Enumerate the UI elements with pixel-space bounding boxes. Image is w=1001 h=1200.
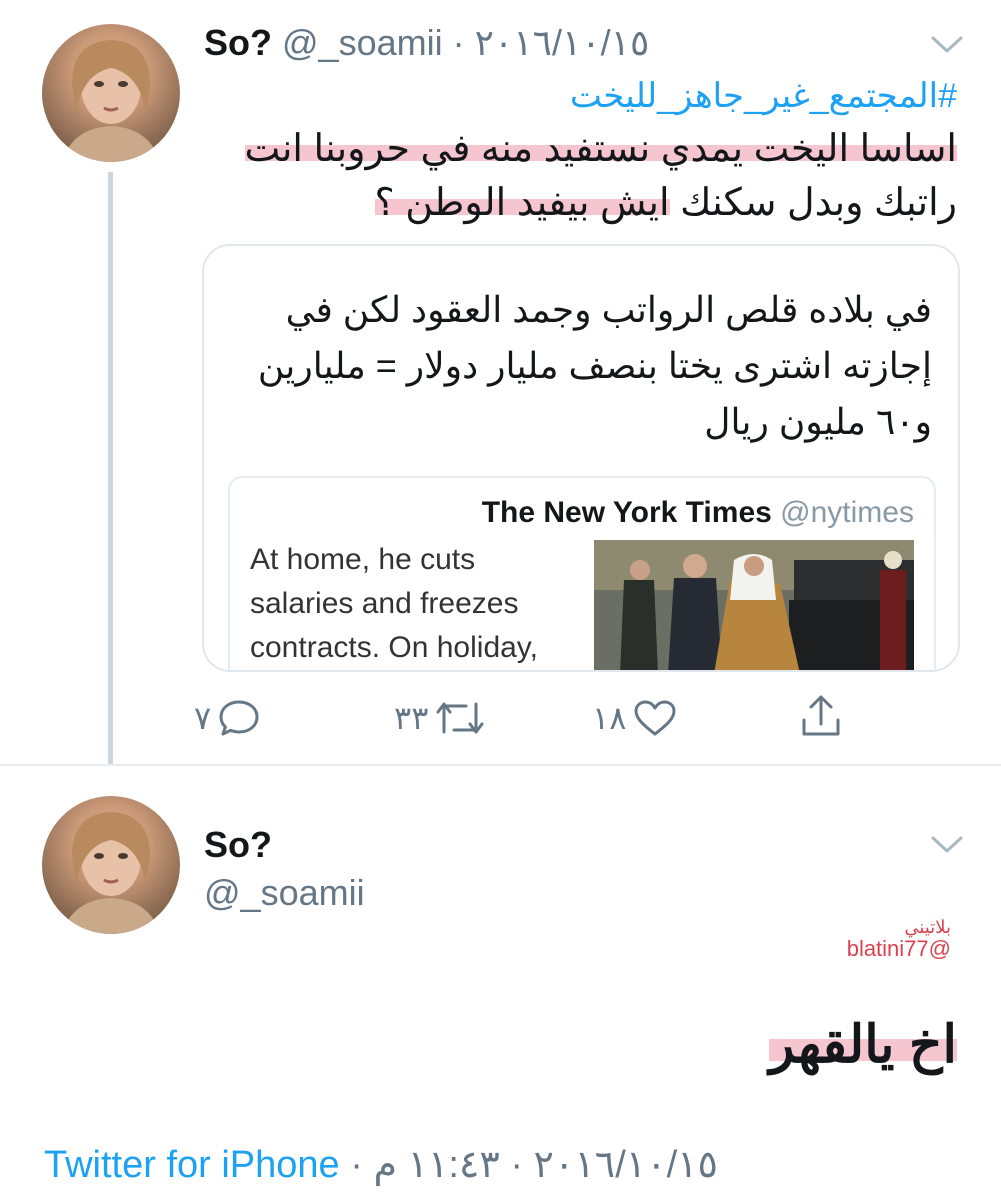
tweet-footer: Twitter for iPhone · ٢٠١٦/١٠/١٥ · ١١:٤٣ … (44, 1142, 718, 1187)
tweet-date[interactable]: ٢٠١٦/١٠/١٥ (475, 22, 650, 64)
news-photo-image (594, 540, 914, 670)
chevron-down-icon[interactable] (930, 834, 964, 856)
quoted-tweet-text: في بلاده قلص الرواتب وجمد العقود لكن في … (222, 282, 932, 450)
source-handle: @nytimes (780, 496, 914, 529)
highlighted-text: اساسا اليخت يمدي نستفيد منه في حروبنا ان… (244, 128, 957, 170)
tweet-text: اساسا اليخت يمدي نستفيد منه في حروبنا ان… (197, 122, 957, 230)
like-count: ١٨ (592, 700, 627, 736)
display-name[interactable]: So? (204, 22, 272, 64)
separator-dot: · (452, 22, 465, 63)
nested-quote-header: The New York Times @nytimes (482, 496, 914, 530)
user-handle[interactable]: @_soamii (204, 872, 365, 914)
share-button[interactable] (800, 694, 842, 738)
nested-quote-card[interactable]: The New York Times @nytimes At home, he … (228, 476, 936, 670)
quoted-line: و٦٠ مليون ريال (704, 401, 932, 442)
nested-quote-text: At home, he cuts salaries and freezes co… (250, 538, 590, 670)
avatar-photo (62, 812, 160, 934)
highlighted-text: ايش بيفيد الوطن ؟ (374, 182, 670, 224)
retweet-count: ٣٣ (394, 700, 429, 736)
watermark-name: بلاتيني (904, 917, 951, 937)
like-button[interactable]: ١٨ (592, 698, 678, 738)
watermark-handle: @blatini77 (846, 936, 951, 961)
source-name: The New York Times (481, 496, 772, 529)
retweet-button[interactable]: ٣٣ (394, 698, 486, 738)
nested-line: contracts. On holiday, (250, 631, 538, 664)
avatar-photo (62, 40, 160, 162)
highlighted-text: اخ يالقهر (769, 1016, 957, 1074)
watermark: بلاتيني @blatini77 (651, 916, 951, 960)
tweet-text: اخ يالقهر (357, 1010, 957, 1080)
reply-icon (219, 700, 259, 736)
nested-line: salaries and freezes (250, 587, 519, 620)
retweet-icon (436, 702, 484, 734)
reply-count: ٧ (194, 700, 212, 736)
display-name[interactable]: So? (204, 824, 272, 866)
source-link[interactable]: Twitter for iPhone (44, 1144, 340, 1186)
tweet-date: ٢٠١٦/١٠/١٥ (533, 1144, 718, 1186)
hashtag-link[interactable]: #المجتمع_غير_جاهز_لليخت (197, 76, 957, 116)
tweet-text-plain: راتبك وبدل سكنك (669, 182, 957, 224)
nested-line: At home, he cuts (250, 543, 476, 576)
avatar[interactable] (42, 24, 180, 162)
quoted-line: في بلاده قلص الرواتب وجمد العقود لكن في (285, 289, 932, 330)
news-photo[interactable] (594, 540, 914, 670)
tweet-header: So? @_soamii · ٢٠١٦/١٠/١٥ (204, 22, 649, 64)
reply-button[interactable]: ٧ (194, 698, 261, 738)
tweet-time: ١١:٤٣ م (373, 1144, 500, 1186)
share-icon (802, 695, 840, 736)
tweet-divider (0, 764, 1001, 766)
like-icon (634, 700, 676, 736)
quoted-tweet-card[interactable]: في بلاده قلص الرواتب وجمد العقود لكن في … (202, 244, 960, 672)
separator-dot: · (350, 1144, 363, 1186)
user-handle[interactable]: @_soamii (282, 22, 443, 64)
separator-dot: · (510, 1144, 523, 1186)
quoted-line: إجازته اشترى يختا بنصف مليار دولار = ملي… (257, 345, 932, 386)
thread-line (108, 172, 113, 764)
chevron-down-icon[interactable] (930, 34, 964, 56)
avatar[interactable] (42, 796, 180, 934)
